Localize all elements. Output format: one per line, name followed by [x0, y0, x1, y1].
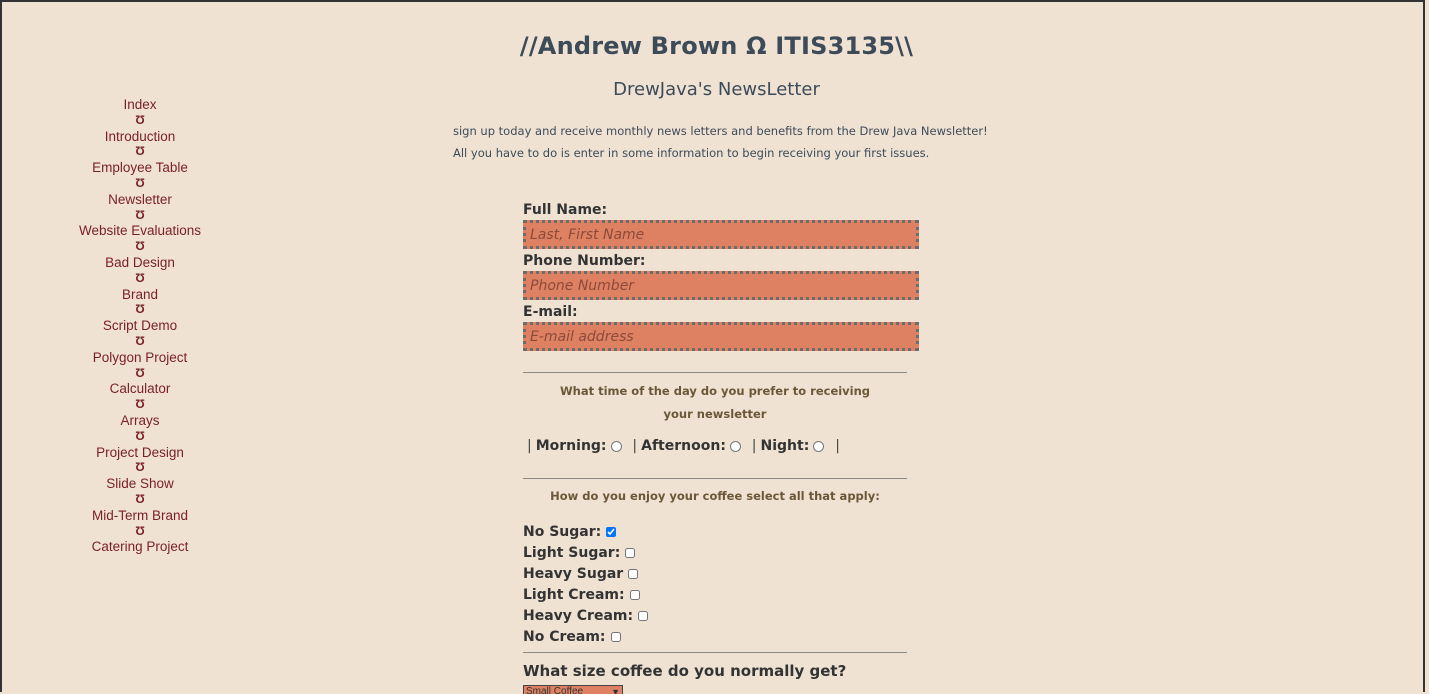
intro-line-1: sign up today and receive monthly news l… — [453, 124, 988, 138]
email-input[interactable] — [523, 322, 919, 351]
separator-icon: Ʊ — [135, 460, 145, 475]
sidebar-item-brand[interactable]: Brand — [62, 287, 218, 303]
coffee-option-label: Light Cream: — [523, 587, 625, 603]
divider — [523, 652, 907, 653]
time-options: | Morning: | Afternoon: | Night: | — [523, 438, 844, 454]
separator-icon: Ʊ — [135, 207, 145, 222]
sidebar-item-website-evaluations[interactable]: Website Evaluations — [62, 223, 218, 239]
coffee-question: How do you enjoy your coffee select all … — [550, 489, 880, 503]
sidebar-item-bad-design[interactable]: Bad Design — [62, 255, 218, 271]
coffee-option: No Sugar: — [523, 522, 648, 543]
time-question-line-1: What time of the day do you prefer to re… — [559, 384, 871, 398]
separator-icon: Ʊ — [135, 112, 145, 127]
separator-icon: Ʊ — [135, 270, 145, 285]
phone-number-label: Phone Number: — [523, 253, 646, 269]
coffee-option: Light Sugar: — [523, 543, 648, 564]
night-label: Night: — [760, 438, 810, 454]
sidebar-item-script-demo[interactable]: Script Demo — [62, 318, 218, 334]
sidebar-item-calculator[interactable]: Calculator — [62, 381, 218, 397]
night-radio[interactable] — [813, 440, 825, 452]
coffee-option: No Cream: — [523, 627, 648, 648]
separator-icon: Ʊ — [135, 175, 145, 190]
separator-icon: Ʊ — [135, 491, 145, 506]
coffee-option-label: No Sugar: — [523, 524, 602, 540]
sidebar-item-polygon-project[interactable]: Polygon Project — [62, 350, 218, 366]
time-question-line-2: your newsletter — [663, 407, 767, 421]
page: //Andrew Brown Ω ITIS3135\\ DrewJava's N… — [0, 0, 1425, 694]
sidebar-item-project-design[interactable]: Project Design — [62, 445, 218, 461]
intro-text: sign up today and receive monthly news l… — [453, 120, 988, 164]
coffee-option-label: Light Sugar: — [523, 545, 621, 561]
light-sugar-checkbox[interactable] — [625, 548, 636, 558]
coffee-option: Heavy Cream: — [523, 606, 649, 627]
intro-line-2: All you have to do is enter in some info… — [453, 146, 930, 160]
full-name-label: Full Name: — [523, 202, 608, 218]
separator-icon: Ʊ — [135, 523, 145, 538]
newsletter-form: Full Name: Phone Number: E-mail: What ti… — [523, 200, 923, 694]
separator-icon: Ʊ — [135, 144, 145, 159]
morning-radio[interactable] — [610, 440, 622, 452]
coffee-option: Light Cream: — [523, 585, 648, 606]
size-question: What size coffee do you normally get? — [523, 662, 847, 680]
separator-icon: Ʊ — [135, 397, 145, 412]
afternoon-label: Afternoon: — [641, 438, 726, 454]
divider — [523, 478, 907, 479]
phone-number-input[interactable] — [523, 271, 919, 300]
no-cream-checkbox[interactable] — [610, 632, 621, 642]
sidebar-item-introduction[interactable]: Introduction — [62, 129, 218, 145]
coffee-options: No Sugar: Light Sugar: Heavy Sugar Light… — [523, 522, 649, 648]
sidebar-item-employee-table[interactable]: Employee Table — [62, 160, 218, 176]
morning-label: Morning: — [535, 438, 607, 454]
light-cream-checkbox[interactable] — [629, 590, 640, 600]
afternoon-radio[interactable] — [729, 440, 741, 452]
coffee-option-label: Heavy Cream: — [523, 608, 634, 624]
separator-icon: Ʊ — [135, 428, 145, 443]
separator-icon: Ʊ — [135, 302, 145, 317]
page-title: //Andrew Brown Ω ITIS3135\\ — [519, 32, 914, 60]
sidebar-nav: Index Ʊ Introduction Ʊ Employee Table Ʊ … — [62, 97, 218, 555]
sidebar-item-arrays[interactable]: Arrays — [62, 413, 218, 429]
sidebar-item-mid-term-brand[interactable]: Mid-Term Brand — [62, 508, 218, 524]
no-sugar-checkbox[interactable] — [606, 527, 617, 537]
separator-bar: | — [835, 438, 840, 454]
sidebar-item-slide-show[interactable]: Slide Show — [62, 476, 218, 492]
separator-icon: Ʊ — [135, 333, 145, 348]
separator-icon: Ʊ — [135, 365, 145, 380]
coffee-size-selected: Small Coffee — [526, 686, 584, 694]
chevron-down-icon: ▼ — [611, 687, 620, 694]
coffee-size-select[interactable]: Small Coffee ▼ — [523, 685, 623, 694]
time-question: What time of the day do you prefer to re… — [523, 380, 907, 426]
email-label: E-mail: — [523, 304, 578, 320]
coffee-option-label: No Cream: — [523, 629, 606, 645]
separator-bar: | — [751, 438, 757, 454]
separator-bar: | — [527, 438, 532, 454]
sidebar-item-newsletter[interactable]: Newsletter — [62, 192, 218, 208]
sidebar-item-catering-project[interactable]: Catering Project — [62, 539, 218, 555]
heavy-sugar-checkbox[interactable] — [628, 569, 639, 579]
coffee-option: Heavy Sugar — [523, 564, 648, 585]
sidebar-item-index[interactable]: Index — [62, 97, 218, 113]
separator-icon: Ʊ — [135, 239, 145, 254]
separator-bar: | — [632, 438, 638, 454]
coffee-option-label: Heavy Sugar — [523, 566, 624, 582]
full-name-input[interactable] — [523, 220, 919, 249]
heavy-cream-checkbox[interactable] — [638, 611, 649, 621]
divider — [523, 372, 907, 373]
